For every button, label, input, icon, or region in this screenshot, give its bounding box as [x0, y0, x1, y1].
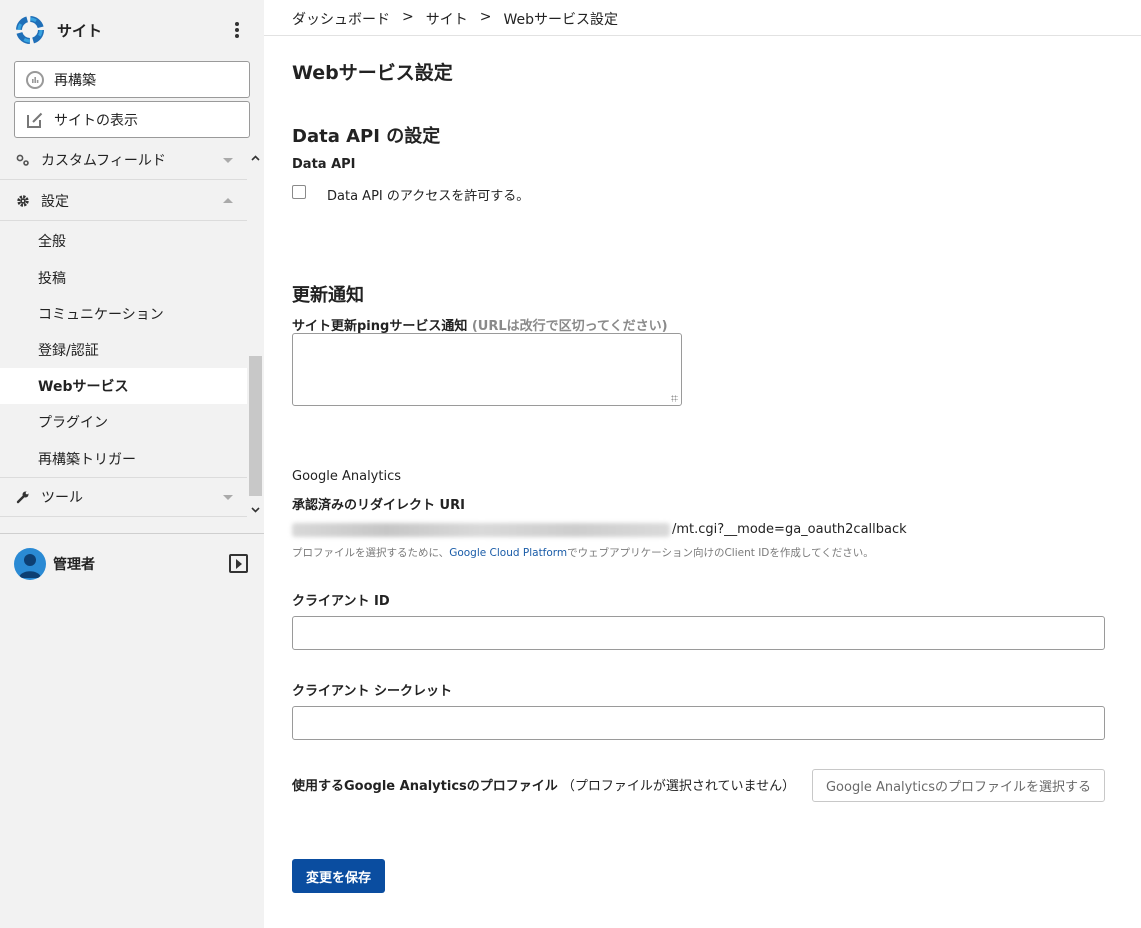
sidebar-item-communication[interactable]: コミュニケーション: [0, 296, 247, 332]
data-api-checkbox-label[interactable]: Data API のアクセスを許可する。: [327, 185, 529, 204]
breadcrumb-separator: >: [479, 9, 492, 25]
client-id-label: クライアント ID: [292, 594, 390, 609]
sidebar-item-general[interactable]: 全般: [0, 223, 247, 259]
sidebar-item-plugins[interactable]: プラグイン: [0, 404, 247, 440]
avatar[interactable]: [14, 548, 46, 580]
sidebar-menu: カスタムフィールド 設定 全般 投稿 コミュニケーション 登録/認証 Webサー…: [0, 145, 264, 520]
page-title: Webサービス設定: [292, 62, 453, 84]
data-api-checkbox[interactable]: [292, 185, 306, 199]
scroll-up-icon[interactable]: [251, 154, 260, 163]
update-ping-heading: 更新通知: [292, 285, 364, 306]
sidebar-scrollbar[interactable]: [247, 148, 264, 520]
breadcrumb: ダッシュボード > サイト > Webサービス設定: [292, 9, 618, 29]
wrench-icon: [16, 490, 30, 504]
user-area[interactable]: 管理者: [14, 548, 250, 580]
site-name[interactable]: サイト: [57, 20, 102, 41]
view-site-label: サイトの表示: [54, 112, 138, 129]
redirect-uri-suffix: /mt.cgi?__mode=ga_oauth2callback: [672, 522, 907, 537]
breadcrumb-dashboard[interactable]: ダッシュボード: [292, 9, 390, 29]
client-secret-input[interactable]: [292, 706, 1105, 740]
breadcrumb-divider: [264, 35, 1141, 36]
update-ping-hint: (URLは改行で区切ってください): [471, 319, 668, 334]
sidebar-item-web-services[interactable]: Webサービス: [0, 368, 247, 404]
help-prefix: プロファイルを選択するために、: [292, 547, 450, 559]
profile-label: 使用するGoogle Analyticsのプロファイル: [292, 779, 558, 794]
site-logo-icon[interactable]: [14, 14, 46, 46]
kebab-menu-icon[interactable]: [230, 20, 244, 40]
chevron-down-icon: [223, 495, 233, 500]
expand-panel-icon[interactable]: [229, 554, 248, 573]
sidebar-item-settings[interactable]: 設定: [0, 181, 247, 221]
sidebar-item-registration[interactable]: 登録/認証: [0, 332, 247, 368]
resize-grip-icon[interactable]: [671, 395, 678, 402]
chevron-down-icon: [223, 157, 233, 163]
redirect-uri: /mt.cgi?__mode=ga_oauth2callback: [292, 522, 907, 537]
sidebar-item-label: ツール: [41, 490, 83, 506]
update-ping-label: サイト更新pingサービス通知 (URLは改行で区切ってください): [292, 315, 668, 334]
sidebar-item-custom-fields[interactable]: カスタムフィールド: [0, 145, 247, 180]
edit-square-icon: [25, 110, 45, 130]
help-suffix: でウェブアプリケーション向けのClient IDを作成してください。: [567, 547, 874, 559]
custom-fields-icon: [16, 153, 30, 167]
breadcrumb-site[interactable]: サイト: [426, 9, 468, 29]
update-ping-textarea[interactable]: [292, 333, 682, 406]
save-button[interactable]: 変更を保存: [292, 859, 385, 893]
sidebar-item-tools[interactable]: ツール: [0, 477, 247, 517]
site-header: サイト: [0, 0, 264, 60]
sidebar-item-entries[interactable]: 投稿: [0, 260, 247, 296]
rebuild-label: 再構築: [54, 72, 96, 89]
data-api-label: Data API: [292, 157, 356, 172]
google-analytics-label: Google Analytics: [292, 469, 402, 484]
sidebar-item-rebuild-triggers[interactable]: 再構築トリガー: [0, 441, 247, 477]
scroll-down-icon[interactable]: [251, 505, 260, 514]
rebuild-icon: [25, 70, 45, 90]
data-api-heading: Data API の設定: [292, 126, 441, 147]
gear-icon: [16, 194, 30, 208]
view-site-button[interactable]: サイトの表示: [14, 101, 250, 138]
client-id-input[interactable]: [292, 616, 1105, 650]
sidebar-item-label: 設定: [41, 193, 69, 210]
rebuild-button[interactable]: 再構築: [14, 61, 250, 98]
sidebar-item-label: カスタムフィールド: [41, 152, 166, 169]
scrollbar-thumb[interactable]: [249, 356, 262, 496]
profile-row: 使用するGoogle Analyticsのプロファイル （プロファイルが選択され…: [292, 775, 795, 794]
sidebar: サイト 再構築 サイトの表示 カスタムフィールド 設定 全般 投稿 コミュニケー…: [0, 0, 264, 928]
chevron-up-icon: [223, 197, 233, 203]
update-ping-label-text: サイト更新pingサービス通知: [292, 319, 468, 334]
user-name[interactable]: 管理者: [53, 554, 95, 574]
select-profile-button[interactable]: Google Analyticsのプロファイルを選択する: [812, 769, 1105, 802]
breadcrumb-current: Webサービス設定: [503, 12, 618, 28]
redirect-uri-blurred: [292, 522, 670, 537]
help-text: プロファイルを選択するために、Google Cloud Platformでウェブ…: [292, 545, 874, 560]
client-secret-label: クライアント シークレット: [292, 684, 453, 699]
breadcrumb-separator: >: [402, 9, 414, 25]
sidebar-divider: [0, 533, 264, 534]
profile-status: （プロファイルが選択されていません）: [561, 779, 796, 794]
google-cloud-platform-link[interactable]: Google Cloud Platform: [449, 547, 567, 559]
redirect-uri-label: 承認済みのリダイレクト URI: [292, 498, 465, 513]
